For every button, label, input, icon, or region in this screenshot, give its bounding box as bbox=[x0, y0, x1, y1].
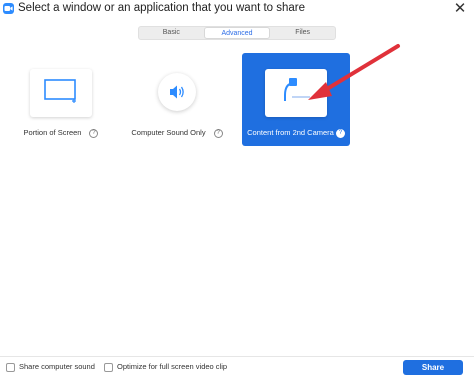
window-title: Select a window or an application that y… bbox=[18, 2, 306, 14]
help-icon[interactable]: ? bbox=[335, 128, 345, 138]
help-icon[interactable]: ? bbox=[89, 128, 99, 138]
share-sound-label: Share computer sound bbox=[19, 362, 95, 371]
zoom-camera-icon bbox=[3, 3, 14, 14]
option-computer-sound-only[interactable]: Computer Sound Only? bbox=[122, 53, 232, 145]
share-tabs: Basic Advanced Files bbox=[138, 26, 336, 40]
close-icon[interactable]: ✕ bbox=[452, 0, 468, 18]
tab-files[interactable]: Files bbox=[270, 27, 335, 39]
tab-advanced[interactable]: Advanced bbox=[203, 27, 271, 39]
document-camera-icon bbox=[276, 75, 316, 112]
speaker-icon bbox=[158, 73, 196, 111]
camera-label: Content from 2nd Camera bbox=[247, 128, 334, 137]
help-icon[interactable]: ? bbox=[213, 128, 223, 138]
optimize-video-label: Optimize for full screen video clip bbox=[117, 362, 228, 371]
share-button[interactable]: Share bbox=[403, 360, 463, 375]
tab-basic[interactable]: Basic bbox=[139, 27, 204, 39]
option-label: Portion of Screen? bbox=[6, 128, 116, 138]
sound-label: Computer Sound Only bbox=[131, 128, 206, 137]
screen-portion-icon bbox=[43, 78, 79, 109]
share-sound-checkbox[interactable] bbox=[6, 363, 15, 372]
title-bar: Select a window or an application that y… bbox=[0, 0, 474, 22]
portion-label: Portion of Screen bbox=[23, 128, 82, 137]
footer-bar: Share computer sound Optimize for full s… bbox=[0, 356, 474, 379]
option-label: Computer Sound Only? bbox=[122, 128, 232, 138]
option-portion-of-screen[interactable]: Portion of Screen? bbox=[6, 53, 116, 145]
camera-thumbnail bbox=[265, 69, 327, 117]
optimize-video-checkbox[interactable] bbox=[104, 363, 113, 372]
portion-thumbnail bbox=[30, 69, 92, 117]
option-content-from-2nd-camera[interactable]: Content from 2nd Camera? bbox=[242, 53, 350, 146]
option-label: Content from 2nd Camera? bbox=[242, 128, 350, 138]
sound-thumbnail bbox=[158, 73, 196, 111]
